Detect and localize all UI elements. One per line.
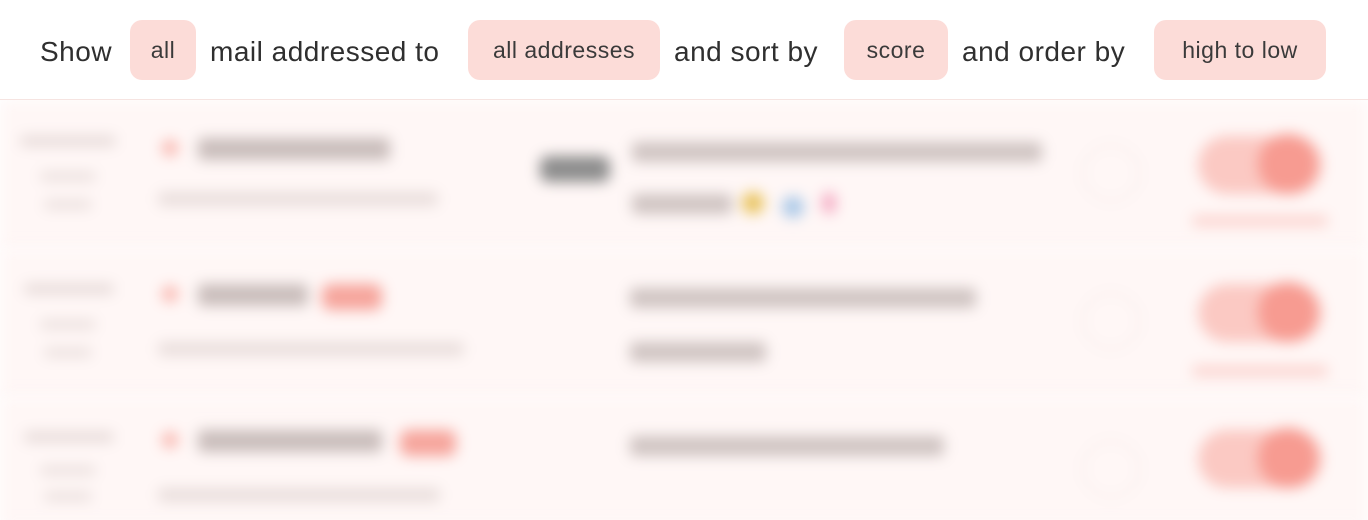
date-placeholder [24,284,114,294]
email-placeholder [158,488,440,502]
score-ring-icon [1082,144,1140,202]
emoji-icon [742,192,764,214]
order-label: and order by [962,36,1126,67]
time-placeholder [40,466,96,475]
emoji-icon [822,192,836,214]
addressed-label: mail addressed to [210,36,440,67]
time-placeholder [44,492,92,501]
score-bar [1192,216,1328,226]
label-tag [400,430,456,456]
email-placeholder [158,342,464,356]
subject-placeholder [630,436,944,456]
subject-placeholder [632,194,732,214]
date-placeholder [24,432,114,442]
toggle-knob [1258,282,1318,342]
emoji-icon [782,196,804,218]
score-ring-icon [1082,440,1140,498]
unread-dot-icon [162,286,178,302]
subject-placeholder [630,342,766,362]
score-bar [1192,366,1328,376]
unread-dot-icon [162,432,178,448]
show-filter-button[interactable]: all [130,20,196,80]
show-label: Show [40,36,113,67]
mail-list [0,100,1368,520]
filter-bar: Show all mail addressed to all addresses… [0,0,1368,100]
time-placeholder [40,172,96,181]
sender-placeholder [198,430,382,452]
score-ring-icon [1082,292,1140,350]
subject-placeholder [630,288,976,308]
address-filter-button[interactable]: all addresses [468,20,660,80]
toggle-knob [1258,134,1318,194]
toggle-knob [1258,428,1318,488]
order-filter-button[interactable]: high to low [1154,20,1326,80]
sort-filter-button[interactable]: score [844,20,948,80]
date-placeholder [20,136,116,146]
time-placeholder [44,348,92,357]
time-placeholder [40,320,96,329]
mail-row[interactable] [0,396,1368,520]
mail-row[interactable] [0,248,1368,396]
sender-placeholder [198,138,390,160]
label-tag [322,284,382,310]
email-placeholder [158,192,438,206]
unread-dot-icon [162,140,178,156]
time-placeholder [44,200,92,209]
subject-placeholder [632,142,1042,162]
label-tag [540,156,610,182]
mail-row[interactable] [0,100,1368,248]
sort-label: and sort by [674,36,819,67]
sender-placeholder [198,284,308,306]
